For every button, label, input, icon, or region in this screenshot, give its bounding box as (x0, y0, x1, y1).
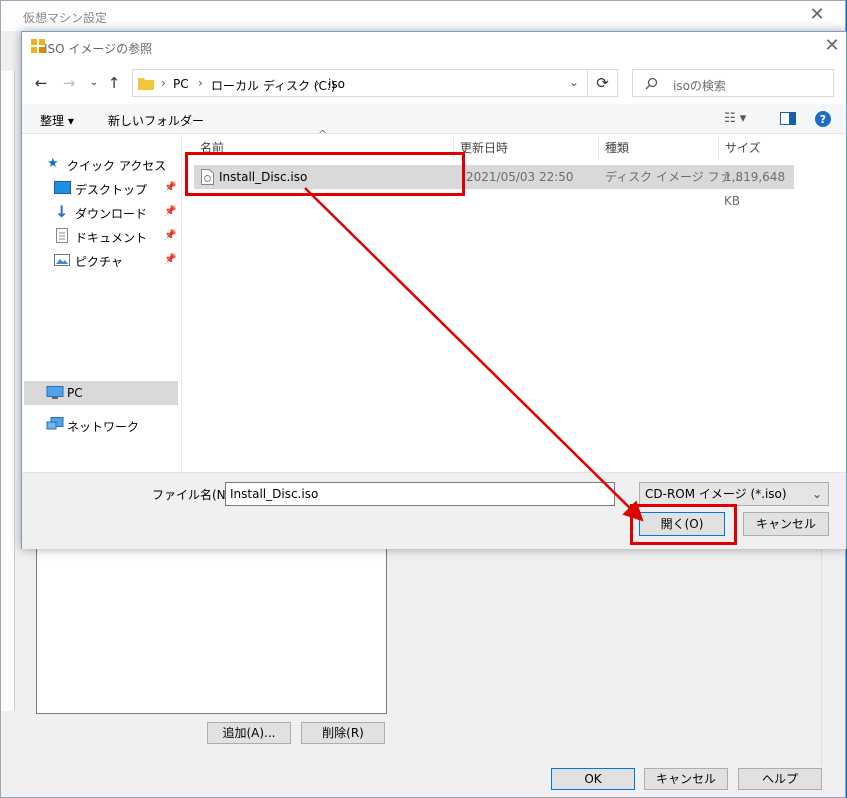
annotation-arrow (304, 187, 644, 522)
